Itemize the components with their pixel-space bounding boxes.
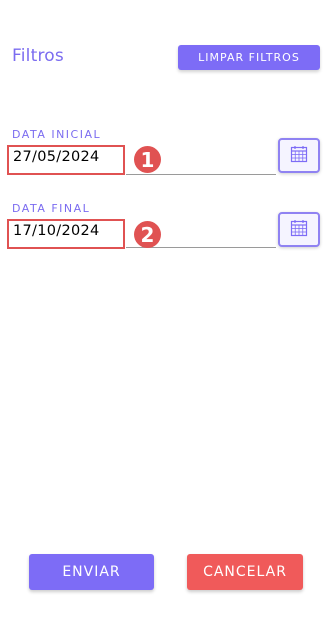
calendar-icon [290, 145, 308, 167]
start-date-underline [126, 174, 276, 175]
end-date-label: DATA FINAL [12, 202, 91, 215]
end-date-calendar-button[interactable] [278, 212, 320, 247]
annotation-badge-1: 1 [134, 146, 161, 173]
clear-filters-button[interactable]: LIMPAR FILTROS [178, 45, 320, 70]
start-date-label: DATA INICIAL [12, 128, 102, 141]
page-title: Filtros [12, 46, 64, 66]
annotation-badge-2: 2 [134, 221, 161, 248]
end-date-input[interactable]: 17/10/2024 [7, 219, 125, 249]
filters-panel: Filtros LIMPAR FILTROS DATA INICIAL 27/0… [0, 0, 331, 629]
calendar-icon [290, 219, 308, 241]
cancel-button[interactable]: CANCELAR [187, 554, 303, 590]
start-date-calendar-button[interactable] [278, 138, 320, 173]
send-button[interactable]: ENVIAR [29, 554, 154, 590]
start-date-input[interactable]: 27/05/2024 [7, 145, 125, 175]
